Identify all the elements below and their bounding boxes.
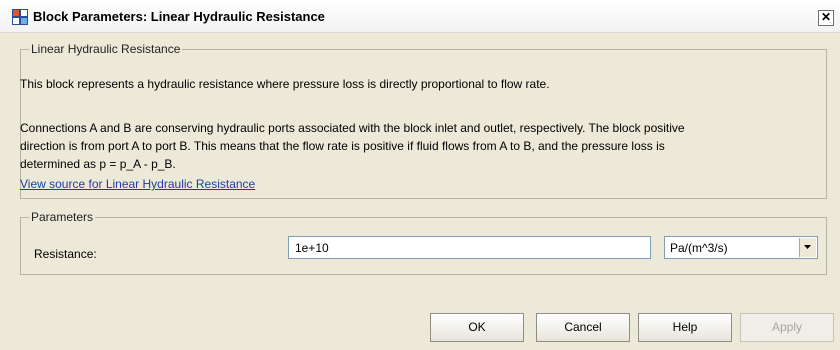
title-bar: Block Parameters: Linear Hydraulic Resis… [0,0,840,33]
resistance-unit-select[interactable]: Pa/(m^3/s) [664,236,818,259]
help-button[interactable]: Help [638,313,732,342]
description-paragraph-2-line-3: determined as p = p_A - p_B. [20,157,176,171]
description-paragraph-2-line-2: direction is from port A to port B. This… [20,139,665,153]
close-button[interactable]: ✕ [818,10,834,26]
apply-button[interactable]: Apply [740,313,834,342]
close-icon: ✕ [820,10,832,24]
description-paragraph-1: This block represents a hydraulic resist… [20,77,550,91]
window-title: Block Parameters: Linear Hydraulic Resis… [33,9,325,24]
ok-button[interactable]: OK [430,313,524,342]
resistance-input[interactable] [288,236,651,259]
resistance-label: Resistance: [34,247,97,261]
resistance-unit-value: Pa/(m^3/s) [670,241,728,255]
description-paragraph-2-line-1: Connections A and B are conserving hydra… [20,121,685,135]
view-source-link[interactable]: View source for Linear Hydraulic Resista… [20,177,255,191]
description-group-legend: Linear Hydraulic Resistance [29,42,183,56]
cancel-button[interactable]: Cancel [536,313,630,342]
chevron-down-icon[interactable] [799,238,816,257]
parameters-group-legend: Parameters [29,210,96,224]
simulink-block-icon [12,9,28,25]
